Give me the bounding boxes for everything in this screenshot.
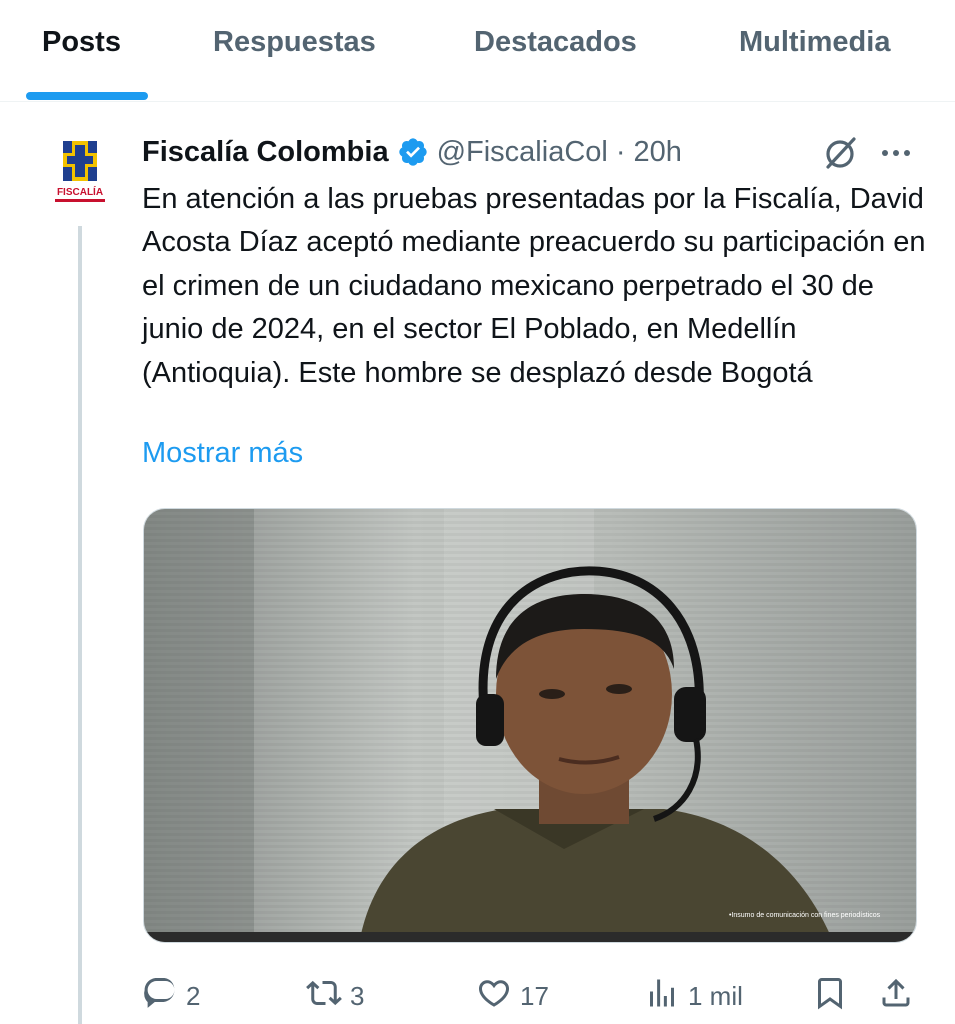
tab-destacados[interactable]: Destacados (474, 26, 637, 59)
repost-button[interactable]: 3 (306, 974, 364, 1018)
repost-icon (306, 975, 350, 1018)
tab-multimedia[interactable]: Multimedia (739, 26, 890, 59)
tab-respuestas[interactable]: Respuestas (213, 26, 376, 59)
views-button[interactable]: 1 mil (644, 974, 743, 1018)
tweet-media-image[interactable]: •Insumo de comunicación con fines period… (143, 508, 917, 943)
bookmark-button[interactable] (812, 974, 856, 1018)
grok-icon[interactable] (820, 133, 860, 173)
active-tab-indicator (26, 92, 148, 100)
show-more-link[interactable]: Mostrar más (142, 437, 303, 470)
timestamp[interactable]: 20h (634, 136, 682, 169)
bookmark-icon (812, 975, 856, 1018)
media-caption: •Insumo de comunicación con fines period… (729, 912, 881, 919)
avatar-logo-text: FISCALÍA (57, 185, 103, 198)
tweet-header: Fiscalía Colombia @FiscaliaCol · 20h (142, 133, 682, 171)
separator-dot: · (615, 135, 626, 168)
profile-tabs: Posts Respuestas Destacados Multimedia (0, 0, 955, 102)
repost-count: 3 (350, 980, 365, 1011)
reply-count: 2 (186, 980, 201, 1011)
thread-line (78, 226, 82, 1024)
views-count: 1 mil (688, 980, 743, 1011)
reply-icon (142, 975, 186, 1018)
tweet-actions: 2 3 17 1 mil (142, 974, 922, 1018)
share-button[interactable] (878, 974, 922, 1018)
views-icon (644, 975, 688, 1018)
reply-button[interactable]: 2 (142, 974, 200, 1018)
more-icon[interactable] (878, 140, 914, 166)
avatar[interactable]: FISCALÍA (53, 137, 107, 209)
tab-posts[interactable]: Posts (42, 26, 121, 59)
verified-badge-icon[interactable] (397, 136, 429, 168)
author-handle[interactable]: @FiscaliaCol (437, 136, 608, 169)
like-icon (476, 975, 520, 1018)
like-count: 17 (520, 980, 549, 1011)
tweet-text: En atención a las pruebas presentadas po… (142, 183, 926, 389)
author-name[interactable]: Fiscalía Colombia (142, 136, 389, 169)
share-icon (878, 975, 922, 1018)
like-button[interactable]: 17 (476, 974, 549, 1018)
